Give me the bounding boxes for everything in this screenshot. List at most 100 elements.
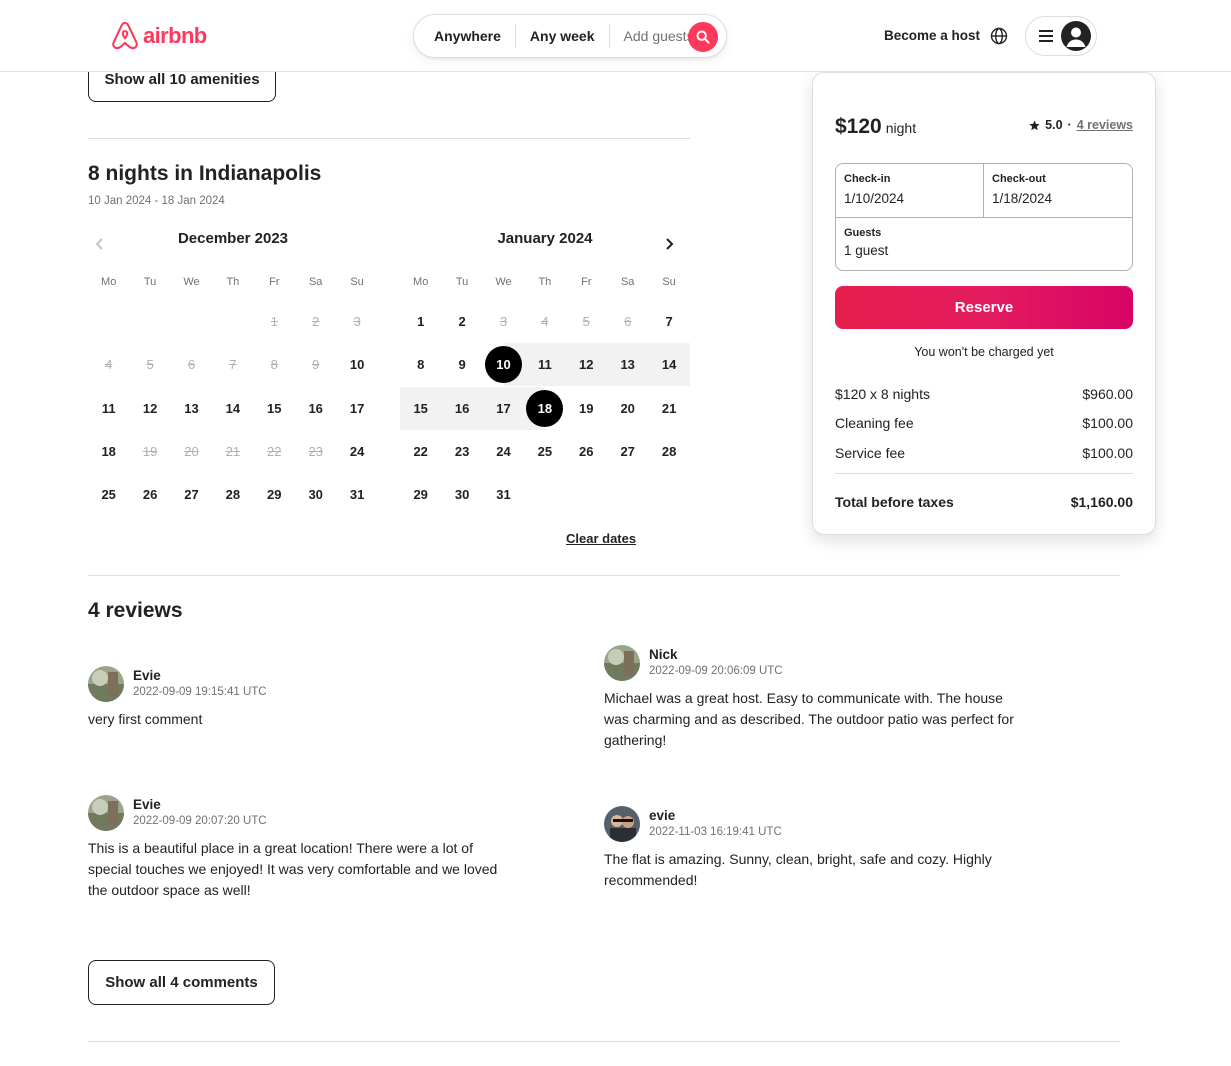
clear-dates-button[interactable]: Clear dates (566, 531, 636, 546)
checkout-field[interactable]: Check-out 1/18/2024 (984, 164, 1132, 218)
calendar-day[interactable]: 25 (88, 473, 129, 516)
calendar-day[interactable]: 15 (400, 386, 442, 430)
calendar-day[interactable]: 11 (524, 343, 566, 387)
calendar-day[interactable]: 31 (483, 473, 524, 516)
calendar-day[interactable]: 12 (565, 343, 607, 387)
calendar-day[interactable]: 14 (212, 387, 253, 430)
calendar-day[interactable]: 27 (607, 430, 648, 473)
calendar-day[interactable]: 29 (254, 473, 295, 516)
calendar-day[interactable]: 28 (212, 473, 253, 516)
airbnb-logo[interactable]: airbnb (110, 21, 207, 51)
calendar-day[interactable]: 24 (336, 430, 377, 473)
total-row: Total before taxes $1,160.00 (835, 494, 1133, 510)
search-where[interactable]: Anywhere (414, 24, 515, 48)
calendar-day[interactable]: 2 (441, 300, 482, 343)
calendar-day[interactable]: 8 (400, 343, 441, 386)
weekday-label: Mo (101, 276, 117, 288)
checkin-field[interactable]: Check-in 1/10/2024 (836, 164, 984, 218)
calendar-day[interactable]: 16 (295, 387, 336, 430)
calendar-day[interactable]: 15 (254, 387, 295, 430)
reviewer-avatar[interactable] (88, 666, 124, 702)
total-amount: $1,160.00 (1070, 494, 1133, 510)
rating-value: 5.0 (1045, 118, 1063, 132)
calendar-title: 8 nights in Indianapolis (88, 162, 322, 185)
become-host-link[interactable]: Become a host (884, 28, 980, 43)
calendar-day: 3 (499, 314, 508, 329)
month-title: December 2023 (177, 230, 289, 247)
user-menu-button[interactable] (1025, 16, 1097, 56)
review-date: 2022-09-09 20:07:20 UTC (133, 815, 267, 827)
reviewer-avatar[interactable] (88, 795, 124, 831)
calendar-day[interactable]: 9 (441, 343, 482, 386)
calendar-day[interactable]: 16 (441, 386, 483, 430)
calendar-day[interactable]: 31 (336, 473, 377, 516)
calendar-day[interactable]: 19 (566, 387, 607, 430)
calendar-day[interactable]: 25 (524, 430, 565, 473)
checkin-label: Check-in (844, 173, 891, 185)
calendar-day: 6 (624, 314, 632, 329)
calendar-day[interactable]: 30 (441, 473, 482, 516)
reviewer-name: Evie (133, 797, 161, 812)
reviewer-avatar[interactable] (604, 806, 640, 842)
calendar-day[interactable]: 17 (482, 386, 525, 430)
calendar-day[interactable]: 29 (400, 473, 441, 516)
calendar-day[interactable]: 21 (648, 387, 689, 430)
review-text: Michael was a great host. Easy to commun… (604, 690, 1014, 748)
search-bar[interactable]: Anywhere Any week Add guests (413, 14, 727, 58)
checkout-value: 1/18/2024 (992, 191, 1053, 206)
month-title: January 2024 (497, 230, 593, 247)
search-when[interactable]: Any week (516, 24, 609, 48)
calendar-day: 20 (184, 443, 199, 459)
calendar-day[interactable]: 26 (129, 473, 170, 516)
price-unit: night (885, 120, 917, 136)
calendar-day[interactable]: 23 (441, 430, 482, 473)
brand-wordmark: airbnb (143, 23, 207, 48)
calendar-day[interactable]: 13 (607, 343, 649, 387)
no-charge-note: You won't be charged yet (914, 345, 1054, 359)
guests-field[interactable]: Guests 1 guest (836, 218, 1132, 270)
reviewer-name: evie (649, 808, 676, 823)
divider (88, 1041, 1120, 1042)
show-all-comments-button[interactable]: Show all 4 comments (88, 960, 275, 1005)
hamburger-menu-icon (1039, 30, 1053, 42)
calendar-day[interactable]: 12 (129, 387, 170, 430)
calendar-day[interactable]: 24 (483, 430, 524, 473)
calendar-day: 9 (312, 357, 320, 373)
calendar-day[interactable]: 10 (482, 343, 525, 387)
calendar-day[interactable]: 11 (88, 387, 129, 430)
reserve-button[interactable]: Reserve (835, 286, 1133, 329)
calendar-day: 4 (541, 314, 549, 329)
divider (88, 575, 1120, 576)
calendar-day[interactable]: 7 (648, 300, 689, 343)
reviewer-avatar[interactable] (604, 645, 640, 681)
divider (835, 473, 1133, 474)
calendar-day[interactable]: 10 (336, 343, 377, 386)
calendar-day[interactable]: 17 (336, 387, 377, 430)
fee-label: Service fee (835, 445, 906, 461)
weekday-label: We (495, 276, 512, 288)
calendar-day[interactable]: 13 (171, 387, 212, 430)
calendar-day[interactable]: 18 (88, 430, 129, 473)
calendar-day[interactable]: 28 (648, 430, 689, 473)
date-guest-picker[interactable]: Check-in 1/10/2024 Check-out 1/18/2024 G… (835, 163, 1133, 271)
language-button[interactable] (990, 27, 1008, 50)
reviews-link[interactable]: 4 reviews (1077, 118, 1133, 132)
guests-value: 1 guest (844, 243, 889, 258)
calendar-day[interactable]: 18 (524, 386, 566, 430)
calendar-day[interactable]: 26 (566, 430, 607, 473)
calendar-month-december: December 2023 Mo Tu We Th Fr Sa Su 1 2 3 4 5 6 7 8 9 10 1… (88, 226, 378, 502)
total-label: Total before taxes (835, 494, 954, 510)
calendar-day: 23 (308, 443, 323, 459)
selected-date: 10 (484, 346, 522, 384)
calendar-day[interactable]: 30 (295, 473, 336, 516)
calendar-day[interactable]: 14 (648, 343, 690, 387)
calendar-day[interactable]: 27 (171, 473, 212, 516)
review-date: 2022-09-09 20:06:09 UTC (649, 665, 783, 677)
search-button[interactable] (688, 22, 718, 52)
fee-amount: $100.00 (1082, 445, 1133, 461)
weekday-label: Mo (413, 276, 429, 288)
calendar-day[interactable]: 20 (607, 387, 648, 430)
calendar-day[interactable]: 1 (400, 300, 441, 343)
calendar-day[interactable]: 22 (400, 430, 441, 473)
calendar-day: 22 (267, 443, 282, 459)
